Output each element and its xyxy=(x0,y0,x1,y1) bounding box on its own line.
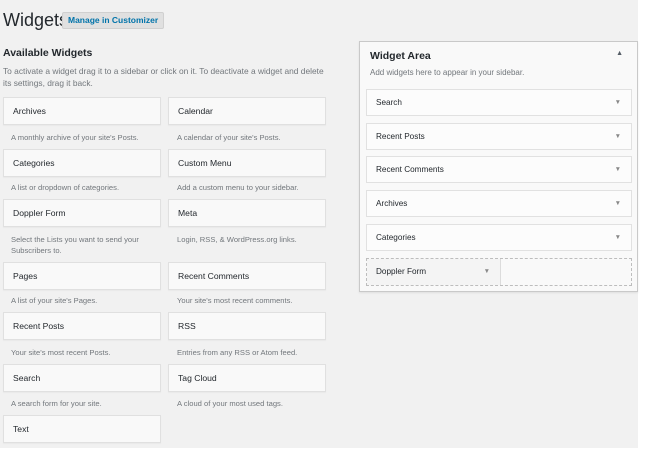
widget-archives[interactable]: Archives xyxy=(3,97,161,125)
collapse-arrow-icon[interactable]: ▲ xyxy=(616,50,623,57)
widget-search[interactable]: Search xyxy=(3,364,161,392)
widget-description: Login, RSS, & WordPress.org links. xyxy=(177,235,297,244)
widget-description: A list of your site's Pages. xyxy=(11,296,98,305)
widget-pages[interactable]: Pages xyxy=(3,262,161,290)
sidebar-widget-recent-posts[interactable]: Recent Posts ▼ xyxy=(366,123,632,150)
widget-categories[interactable]: Categories xyxy=(3,149,161,177)
widget-area-sidebar: Widget Area ▲ Add widgets here to appear… xyxy=(359,41,638,292)
expand-arrow-icon[interactable]: ▼ xyxy=(615,124,621,149)
manage-in-customizer-button[interactable]: Manage in Customizer xyxy=(62,12,165,29)
sidebar-widget-label: Recent Comments xyxy=(376,165,444,174)
sidebar-widget-label: Recent Posts xyxy=(376,132,425,141)
sidebar-widget-label: Archives xyxy=(376,199,408,208)
widget-description: Your site's most recent comments. xyxy=(177,296,293,305)
widget-description: A calendar of your site's Posts. xyxy=(177,133,281,142)
widget-meta[interactable]: Meta xyxy=(168,199,326,227)
sidebar-widget-search[interactable]: Search ▼ xyxy=(366,89,632,116)
widget-rss[interactable]: RSS xyxy=(168,312,326,340)
window-edge xyxy=(638,0,645,452)
available-widgets-title: Available Widgets xyxy=(3,47,93,59)
widget-description: A list or dropdown of categories. xyxy=(11,183,120,192)
widget-description: A search form for your site. xyxy=(11,399,102,408)
window-bottom-edge xyxy=(0,448,645,452)
sidebar-widget-archives[interactable]: Archives ▼ xyxy=(366,190,632,217)
drop-placeholder: Doppler Form ▼ xyxy=(366,258,632,286)
widget-description: Select the Lists you want to send your S… xyxy=(11,235,139,255)
widget-description: A monthly archive of your site's Posts. xyxy=(11,133,139,142)
expand-arrow-icon[interactable]: ▼ xyxy=(615,191,621,216)
page-title: Widgets xyxy=(3,10,69,30)
sidebar-widget-categories[interactable]: Categories ▼ xyxy=(366,224,632,251)
widget-description: A cloud of your most used tags. xyxy=(177,399,283,408)
sidebar-widget-recent-comments[interactable]: Recent Comments ▼ xyxy=(366,156,632,183)
widget-doppler-form[interactable]: Doppler Form xyxy=(3,199,161,227)
widget-description: Add a custom menu to your sidebar. xyxy=(177,183,299,192)
widget-recent-posts[interactable]: Recent Posts xyxy=(3,312,161,340)
widget-description: Entries from any RSS or Atom feed. xyxy=(177,348,298,357)
sidebar-widget-label: Search xyxy=(376,98,402,107)
expand-arrow-icon[interactable]: ▼ xyxy=(615,90,621,115)
expand-arrow-icon[interactable]: ▼ xyxy=(484,259,490,285)
sidebar-description: Add widgets here to appear in your sideb… xyxy=(370,68,525,77)
widget-tag-cloud[interactable]: Tag Cloud xyxy=(168,364,326,392)
dragging-widget-label: Doppler Form xyxy=(376,267,427,276)
available-widgets-description: To activate a widget drag it to a sideba… xyxy=(3,66,324,88)
sidebar-widget-label: Categories xyxy=(376,233,416,242)
dragging-widget-doppler-form[interactable]: Doppler Form ▼ xyxy=(367,259,501,285)
widget-text[interactable]: Text xyxy=(3,415,161,443)
widget-recent-comments[interactable]: Recent Comments xyxy=(168,262,326,290)
widget-custom-menu[interactable]: Custom Menu xyxy=(168,149,326,177)
sidebar-title: Widget Area xyxy=(370,50,431,62)
widget-calendar[interactable]: Calendar xyxy=(168,97,326,125)
widget-description: Your site's most recent Posts. xyxy=(11,348,111,357)
expand-arrow-icon[interactable]: ▼ xyxy=(615,157,621,182)
expand-arrow-icon[interactable]: ▼ xyxy=(615,225,621,250)
